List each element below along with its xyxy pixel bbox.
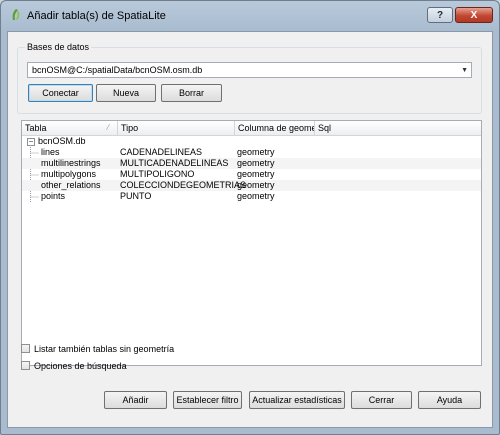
tree-root-row[interactable]: − bcnOSM.db — [22, 136, 481, 147]
list-no-geometry-label[interactable]: Listar también tablas sin geometría — [34, 343, 174, 355]
table-row[interactable]: other_relations COLECCIONDEGEOMETRIAS ge… — [22, 180, 481, 191]
title-help-button[interactable]: ? — [427, 7, 453, 23]
table-row[interactable]: points PUNTO geometry — [22, 191, 481, 202]
spatialite-dialog: Añadir tabla(s) de SpatiaLite ? X Bases … — [0, 0, 500, 435]
column-header-columna[interactable]: Columna de geome — [235, 121, 315, 135]
close-button[interactable]: Cerrar — [351, 391, 412, 409]
help-button[interactable]: Ayuda — [418, 391, 481, 409]
column-header-tipo[interactable]: Tipo — [118, 121, 235, 135]
window-title: Añadir tabla(s) de SpatiaLite — [27, 10, 166, 22]
title-close-button[interactable]: X — [455, 7, 493, 23]
table-row[interactable]: lines CADENADELINEAS geometry — [22, 147, 481, 158]
dialog-body: Bases de datos bcnOSM@C:/spatialData/bcn… — [7, 31, 493, 428]
set-filter-button[interactable]: Establecer filtro — [173, 391, 242, 409]
table-row[interactable]: multipolygons MULTIPOLIGONO geometry — [22, 169, 481, 180]
chevron-down-icon[interactable]: ▼ — [461, 64, 468, 78]
qgis-spatialite-icon — [12, 9, 20, 20]
databases-group-label: Bases de datos — [25, 42, 92, 52]
table-row[interactable]: multilinestrings MULTICADENADELINEAS geo… — [22, 158, 481, 169]
list-no-geometry-checkbox[interactable] — [21, 344, 30, 353]
tables-tree[interactable]: Tabla ⁄ Tipo Columna de geome Sql − bcnOS… — [21, 120, 482, 366]
add-button[interactable]: Añadir — [104, 391, 167, 409]
new-button[interactable]: Nueva — [96, 84, 156, 102]
database-select-value: bcnOSM@C:/spatialData/bcnOSM.osm.db — [32, 65, 203, 75]
sort-indicator-icon: ⁄ — [107, 123, 109, 132]
column-header-sql[interactable]: Sql — [315, 121, 481, 135]
update-statistics-button[interactable]: Actualizar estadísticas — [249, 391, 345, 409]
connect-button[interactable]: Conectar — [28, 84, 93, 102]
title-bar[interactable]: Añadir tabla(s) de SpatiaLite ? X — [1, 1, 499, 31]
delete-button[interactable]: Borrar — [161, 84, 222, 102]
databases-group — [17, 47, 482, 114]
search-options-label[interactable]: Opciones de búsqueda — [34, 360, 127, 372]
search-options-checkbox[interactable] — [21, 361, 30, 370]
database-select[interactable]: bcnOSM@C:/spatialData/bcnOSM.osm.db ▼ — [27, 62, 472, 78]
tree-header: Tabla ⁄ Tipo Columna de geome Sql — [22, 121, 481, 136]
